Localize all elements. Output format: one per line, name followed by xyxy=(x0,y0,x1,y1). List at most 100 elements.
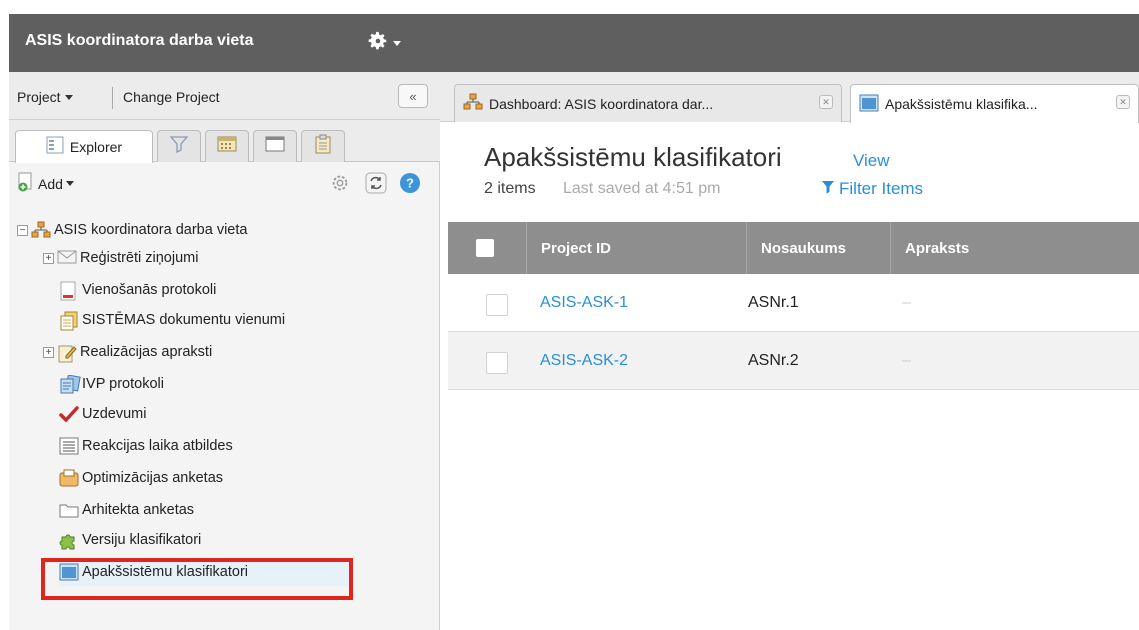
clipboard-icon xyxy=(314,134,332,159)
calendar-icon xyxy=(217,135,237,158)
tree-item-label: Optimizācijas anketas xyxy=(82,470,224,486)
column-header-project-id[interactable]: Project ID xyxy=(526,222,746,274)
add-button[interactable]: Add xyxy=(17,172,74,195)
page-title: Apakšsistēmu klasifikatori xyxy=(484,142,782,172)
expand-toggle[interactable]: + xyxy=(43,346,54,358)
row-checkbox[interactable] xyxy=(486,352,508,374)
tree-item-vienosanas-protokoli[interactable]: Vienošanās protokoli xyxy=(59,276,216,304)
list-icon xyxy=(59,437,79,455)
tree-item-sistemas-dokumentu-vienumi[interactable]: SISTĒMAS dokumentu vienumi xyxy=(59,306,285,334)
folder-form-icon xyxy=(59,469,79,487)
column-label: Project ID xyxy=(541,239,612,257)
collapse-toggle[interactable]: − xyxy=(17,224,28,236)
expand-toggle[interactable]: + xyxy=(43,252,54,264)
description-cell: – xyxy=(902,352,911,369)
tree-item-label: IVP protokoli xyxy=(82,376,164,392)
tree-root[interactable]: − ASIS koordinatora darba vieta xyxy=(17,216,247,244)
tab-calendar[interactable] xyxy=(205,130,249,162)
tab-filter[interactable] xyxy=(157,130,201,162)
settings-icon[interactable] xyxy=(329,172,351,194)
checkmark-icon xyxy=(59,405,79,423)
tab-explorer[interactable]: Explorer xyxy=(15,130,153,163)
collapse-panel-button[interactable]: « xyxy=(398,84,428,108)
filter-items-link[interactable]: Filter Items xyxy=(821,179,923,199)
add-document-icon xyxy=(17,172,35,195)
gear-icon xyxy=(367,30,389,57)
add-label: Add xyxy=(38,175,63,192)
view-link[interactable]: View xyxy=(853,151,890,171)
panel-tabs: Explorer xyxy=(9,120,440,163)
window-blue-icon xyxy=(859,94,879,115)
tree-view-icon xyxy=(46,136,64,159)
tab-apaksistemu-label: Apakšsistēmu klasifika... xyxy=(885,96,1038,112)
explorer-panel: Project Change Project « Explorer Add ? … xyxy=(9,72,440,630)
tree-item-arhitekta-anketas[interactable]: Arhitekta anketas xyxy=(59,496,194,524)
window-icon xyxy=(265,135,285,158)
tab-window[interactable] xyxy=(253,130,297,162)
tree-item-label: Reģistrēti ziņojumi xyxy=(80,250,199,266)
name-cell: ASNr.1 xyxy=(748,294,799,311)
tree-root-label: ASIS koordinatora darba vieta xyxy=(54,222,248,238)
refresh-icon[interactable] xyxy=(365,172,387,194)
explorer-toolbar: Add ? xyxy=(9,162,440,202)
tree-item-registreti-zinojumi[interactable]: + Reģistrēti ziņojumi xyxy=(43,244,198,272)
close-icon[interactable]: ✕ xyxy=(819,95,833,109)
tree-item-ivp-protokoli[interactable]: IVP protokoli xyxy=(59,370,164,398)
tree-item-label: Versiju klasifikatori xyxy=(82,532,202,548)
document-red-icon xyxy=(59,281,79,301)
chevron-down-icon xyxy=(65,181,74,186)
project-menu-label: Project xyxy=(17,89,61,105)
tree-item-label: Reakcijas laika atbildes xyxy=(82,438,233,454)
filter-items-label: Filter Items xyxy=(839,179,924,198)
panel-header: Project Change Project « xyxy=(9,72,440,120)
tree-item-label: Uzdevumi xyxy=(82,406,147,422)
table-row[interactable]: ASIS-ASK-2 ASNr.2 – xyxy=(448,332,1139,390)
tree-item-reakcijas-laika-atbildes[interactable]: Reakcijas laika atbildes xyxy=(59,432,233,460)
highlight-annotation xyxy=(41,558,353,600)
tree-item-label: Arhitekta anketas xyxy=(82,502,195,518)
change-project-link[interactable]: Change Project xyxy=(123,89,220,105)
column-label: Nosaukums xyxy=(761,239,847,257)
grid-header: Project ID Nosaukums Apraksts xyxy=(448,222,1139,274)
row-checkbox[interactable] xyxy=(486,294,508,316)
tree-item-uzdevumi[interactable]: Uzdevumi xyxy=(59,400,146,428)
tab-apaksistemu[interactable]: Apakšsistēmu klasifika... ✕ xyxy=(850,84,1139,123)
project-id-link[interactable]: ASIS-ASK-1 xyxy=(540,274,628,332)
project-icon xyxy=(31,221,51,239)
name-cell: ASNr.2 xyxy=(748,352,799,369)
svg-text:?: ? xyxy=(406,176,414,191)
folder-outline-icon xyxy=(59,501,79,519)
document-tabbar: Dashboard: ASIS koordinatora dar... ✕ Ap… xyxy=(440,72,1139,123)
project-menu[interactable]: Project xyxy=(17,89,73,105)
description-cell: – xyxy=(902,294,911,311)
tree-item-label: SISTĒMAS dokumentu vienumi xyxy=(82,312,286,328)
tab-dashboard-label: Dashboard: ASIS koordinatora dar... xyxy=(489,95,714,112)
puzzle-icon xyxy=(59,531,79,550)
top-bar: ASIS koordinatora darba vieta xyxy=(9,14,1139,72)
document-stack-icon xyxy=(59,311,79,331)
settings-menu-button[interactable] xyxy=(367,30,415,56)
select-all-checkbox[interactable] xyxy=(476,239,494,257)
column-header-apraksts[interactable]: Apraksts xyxy=(890,222,1139,274)
column-header-nosaukums[interactable]: Nosaukums xyxy=(746,222,890,274)
help-icon[interactable]: ? xyxy=(399,172,421,194)
project-id-link[interactable]: ASIS-ASK-2 xyxy=(540,332,628,390)
tab-dashboard[interactable]: Dashboard: ASIS koordinatora dar... ✕ xyxy=(454,84,842,122)
tree-item-realizacijas-apraksti[interactable]: + Realizācijas apraksti xyxy=(43,338,212,366)
tree-item-optimizacijas-anketas[interactable]: Optimizācijas anketas xyxy=(59,464,223,492)
last-saved-text: Last saved at 4:51 pm xyxy=(563,180,721,197)
filter-icon xyxy=(169,134,189,159)
envelope-icon xyxy=(57,249,77,267)
chevron-down-icon xyxy=(64,94,73,100)
table-row[interactable]: ASIS-ASK-1 ASNr.1 – xyxy=(448,274,1139,332)
filter-icon xyxy=(821,179,835,199)
documents-blue-icon xyxy=(59,374,81,394)
item-count: 2 items xyxy=(484,180,536,197)
app-window: ASIS koordinatora darba vieta Project Ch… xyxy=(0,0,1139,630)
tab-clipboard[interactable] xyxy=(301,130,345,162)
column-label: Apraksts xyxy=(905,239,970,257)
close-icon[interactable]: ✕ xyxy=(1116,95,1130,109)
document-edit-icon xyxy=(57,343,77,363)
tree-item-versiju-klasifikatori[interactable]: Versiju klasifikatori xyxy=(59,526,201,554)
tree-item-label: Vienošanās protokoli xyxy=(82,282,217,298)
